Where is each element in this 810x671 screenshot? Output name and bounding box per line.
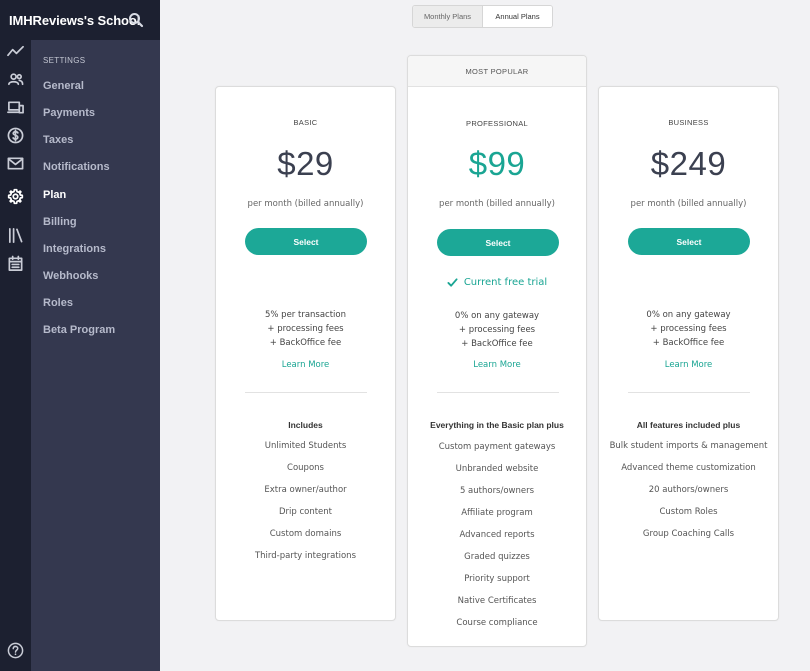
feature-item: Advanced theme customization bbox=[621, 463, 756, 473]
calendar-icon[interactable] bbox=[6, 254, 25, 273]
select-business-button[interactable]: Select bbox=[628, 228, 750, 255]
feature-item: Group Coaching Calls bbox=[642, 529, 735, 539]
divider bbox=[245, 392, 367, 393]
feature-item: Course compliance bbox=[456, 618, 538, 628]
mail-icon[interactable] bbox=[6, 154, 25, 173]
monthly-plans-tab[interactable]: Monthly Plans bbox=[413, 6, 483, 27]
plan-period: per month (billed annually) bbox=[247, 199, 364, 209]
sidebar-item-notifications[interactable]: Notifications bbox=[43, 161, 110, 173]
feature-item: Drip content bbox=[278, 507, 333, 517]
feature-item: Unlimited Students bbox=[264, 441, 347, 451]
search-icon[interactable] bbox=[128, 12, 144, 28]
learn-more-link[interactable]: Learn More bbox=[216, 360, 395, 370]
plan-card-basic: BASIC $29 per month (billed annually) Se… bbox=[215, 86, 396, 621]
plan-name: BUSINESS bbox=[668, 118, 709, 127]
select-basic-button[interactable]: Select bbox=[245, 228, 367, 255]
check-icon bbox=[447, 278, 458, 287]
sidebar-item-payments[interactable]: Payments bbox=[43, 107, 95, 119]
plan-card-business: BUSINESS $249 per month (billed annually… bbox=[598, 86, 779, 621]
includes-heading: Everything in the Basic plan plus bbox=[430, 420, 564, 430]
fee-main: 5% per transaction bbox=[264, 310, 347, 320]
feature-item: Affiliate program bbox=[461, 508, 533, 518]
includes-heading: All features included plus bbox=[636, 420, 741, 430]
plan-card-professional: MOST POPULAR PROFESSIONAL $99 per month … bbox=[407, 55, 587, 647]
divider bbox=[628, 392, 750, 393]
billing-period-toggle: Monthly Plans Annual Plans bbox=[412, 5, 553, 28]
sidebar-item-beta-program[interactable]: Beta Program bbox=[43, 324, 115, 336]
fee-backoffice: + BackOffice fee bbox=[461, 339, 533, 349]
divider bbox=[437, 392, 559, 393]
gear-icon[interactable] bbox=[6, 187, 25, 206]
help-icon[interactable] bbox=[7, 642, 24, 659]
feature-item: Advanced reports bbox=[459, 530, 535, 540]
plan-price: $29 bbox=[277, 145, 334, 182]
plan-name: BASIC bbox=[293, 118, 318, 127]
fee-processing: + processing fees bbox=[267, 324, 344, 334]
feature-item: Custom domains bbox=[269, 529, 342, 539]
sidebar-item-roles[interactable]: Roles bbox=[43, 297, 73, 309]
plan-period: per month (billed annually) bbox=[630, 199, 747, 209]
feature-item: Extra owner/author bbox=[264, 485, 347, 495]
feature-item: Unbranded website bbox=[455, 464, 539, 474]
select-professional-button[interactable]: Select bbox=[437, 229, 559, 256]
school-name[interactable]: IMHReviews's School bbox=[9, 13, 140, 28]
fee-backoffice: + BackOffice fee bbox=[269, 338, 342, 348]
icon-rail bbox=[0, 40, 31, 671]
sidebar-item-taxes[interactable]: Taxes bbox=[43, 134, 73, 146]
annual-plans-tab[interactable]: Annual Plans bbox=[483, 6, 552, 27]
feature-item: Bulk student imports & management bbox=[609, 441, 768, 451]
fee-main: 0% on any gateway bbox=[454, 311, 540, 321]
current-trial-indicator: Current free trial bbox=[408, 277, 586, 288]
activity-icon[interactable] bbox=[6, 42, 25, 61]
sidebar-item-plan[interactable]: Plan bbox=[43, 189, 66, 201]
feature-item: 5 authors/owners bbox=[459, 486, 535, 496]
plan-period: per month (billed annually) bbox=[439, 199, 555, 209]
fee-backoffice: + BackOffice fee bbox=[652, 338, 725, 348]
users-icon[interactable] bbox=[6, 70, 25, 89]
feature-item: Coupons bbox=[287, 463, 324, 473]
dollar-icon[interactable] bbox=[6, 126, 25, 145]
sidebar-item-integrations[interactable]: Integrations bbox=[43, 243, 106, 255]
library-icon[interactable] bbox=[6, 226, 25, 245]
settings-section-label: SETTINGS bbox=[43, 56, 86, 65]
current-trial-label: Current free trial bbox=[463, 277, 548, 288]
feature-item: Custom payment gateways bbox=[438, 442, 556, 452]
settings-sidebar: SETTINGS General Payments Taxes Notifica… bbox=[31, 40, 160, 671]
fee-main: 0% on any gateway bbox=[646, 310, 731, 320]
devices-icon[interactable] bbox=[6, 98, 25, 117]
feature-item: Native Certificates bbox=[457, 596, 537, 606]
learn-more-link[interactable]: Learn More bbox=[408, 360, 586, 370]
feature-item: Graded quizzes bbox=[464, 552, 530, 562]
school-header: IMHReviews's School bbox=[0, 0, 160, 40]
learn-more-link[interactable]: Learn More bbox=[599, 360, 778, 370]
includes-heading: Includes bbox=[288, 420, 323, 430]
plan-price: $99 bbox=[468, 145, 526, 182]
fee-processing: + processing fees bbox=[458, 325, 536, 335]
most-popular-banner: MOST POPULAR bbox=[408, 56, 586, 87]
feature-item: Custom Roles bbox=[659, 507, 718, 517]
fee-processing: + processing fees bbox=[650, 324, 727, 334]
feature-item: Third-party integrations bbox=[254, 551, 357, 561]
plan-name: PROFESSIONAL bbox=[466, 119, 528, 128]
feature-item: 20 authors/owners bbox=[648, 485, 729, 495]
sidebar-item-general[interactable]: General bbox=[43, 80, 84, 92]
sidebar-item-billing[interactable]: Billing bbox=[43, 216, 77, 228]
feature-item: Priority support bbox=[464, 574, 530, 584]
sidebar-item-webhooks[interactable]: Webhooks bbox=[43, 270, 98, 282]
plan-price: $249 bbox=[650, 145, 727, 182]
